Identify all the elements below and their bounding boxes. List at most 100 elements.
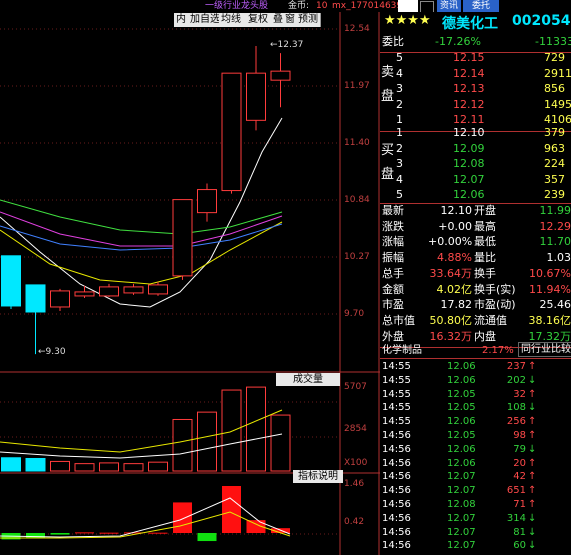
volume-bar (25, 457, 46, 472)
stat-value: 11.94% (529, 282, 571, 296)
candle (197, 189, 217, 214)
sell-price: 12.14 (453, 66, 485, 80)
candle (25, 284, 46, 313)
stat-value: 33.64万 (429, 266, 473, 280)
volume-bar (50, 460, 70, 472)
volume-label-mid: 2854 (344, 424, 367, 434)
volume-bar (270, 414, 291, 472)
stat-value: 11.99 (539, 204, 571, 217)
stat-label: 市盈(动) (474, 298, 516, 312)
compare-button[interactable]: 同行业比较 (518, 342, 571, 357)
stat-label: 最高 (474, 219, 496, 233)
buy-price: 12.09 (453, 141, 485, 155)
candle (221, 72, 242, 192)
buy-price: 12.08 (453, 157, 485, 170)
volume-title[interactable]: 成交量 (276, 373, 340, 386)
candle (74, 291, 95, 297)
volume-bar (221, 389, 242, 472)
buy-price: 12.10 (453, 126, 485, 139)
industry-name: 化学制品 (382, 345, 422, 356)
stat-value: 16.32万 (429, 329, 473, 343)
sell-price: 12.13 (453, 82, 485, 95)
indicator-label-top: 1.46 (344, 479, 365, 489)
price-label: 10.84 (344, 195, 370, 205)
volume-unit: X100 (344, 458, 368, 468)
volume-bar (172, 418, 193, 472)
sell-label-1: 卖 (381, 65, 395, 80)
stop-icon[interactable] (398, 0, 418, 12)
sector-title: 一级行业龙头股 (205, 1, 269, 11)
volume-bar (148, 461, 168, 472)
indicator-bar (173, 502, 192, 533)
coin-value: 10 (316, 1, 328, 11)
buy-volume: 357 (544, 172, 565, 186)
candle (50, 290, 70, 308)
stat-label: 总手 (382, 266, 404, 280)
stat-label: 最新 (382, 204, 404, 217)
low-marker: ←9.30 (38, 347, 66, 357)
stat-label: 涨幅 (382, 235, 404, 249)
stat-value: 38.16亿 (528, 313, 571, 327)
indicator-bar (148, 532, 168, 534)
info-button[interactable]: 资讯 (437, 0, 461, 12)
stat-label: 量比 (474, 251, 496, 265)
stat-value: +0.00 (438, 219, 472, 233)
volume-bar (74, 463, 95, 472)
volume-bar (99, 462, 119, 472)
order-button[interactable]: 委托 (463, 0, 499, 12)
price-label: 10.27 (344, 252, 370, 262)
tick-price: 12.07 (447, 540, 476, 552)
buy-level: 3 (396, 157, 403, 170)
coin-label: 金币: (288, 1, 310, 11)
indicator-title[interactable]: 指标说明 (293, 470, 343, 483)
stock-code: 002054 (512, 13, 571, 29)
candle (99, 286, 119, 297)
indicator-bar (50, 533, 70, 535)
stat-label: 最低 (474, 235, 496, 249)
sell-volume: 2911 (544, 66, 571, 80)
sell-level: 2 (396, 97, 403, 111)
stat-value: 12.29 (539, 219, 571, 233)
buy-label-1: 买 (381, 143, 395, 158)
volume-bar (1, 457, 21, 472)
stat-value: 12.10 (440, 204, 473, 217)
stat-label: 换手 (474, 266, 496, 280)
sell-price: 12.15 (453, 51, 485, 64)
volume-bar (123, 463, 144, 472)
stat-label: 换手(实) (474, 282, 516, 296)
buy-volume: 379 (544, 126, 565, 139)
candle (172, 199, 193, 277)
indicator-bar (197, 533, 217, 542)
sell-volume: 729 (544, 51, 565, 64)
stat-label: 市盈 (382, 298, 404, 312)
buy-volume: 239 (544, 188, 565, 201)
ma-line (0, 211, 283, 247)
toolbar-item-6[interactable]: 预测 (296, 13, 321, 27)
price-label: 12.54 (344, 24, 370, 34)
down-arrow-icon: ↓ (528, 540, 537, 552)
buy-level: 4 (396, 172, 403, 186)
sell-level: 4 (396, 66, 403, 80)
sell-volume: 1495 (544, 97, 571, 111)
stat-label: 金额 (382, 282, 404, 296)
weibi-value: -11333 (535, 35, 571, 48)
tick-time: 14:56 (382, 540, 411, 552)
stat-label: 流通值 (474, 313, 507, 327)
stat-value: 4.02亿 (436, 282, 473, 296)
rating-stars: ★★★★ (384, 13, 431, 28)
buy-level: 1 (396, 126, 403, 139)
stat-label: 总市值 (382, 313, 415, 327)
volume-bar (246, 386, 266, 472)
account-id: mx_177014639 (332, 1, 403, 11)
candle (246, 72, 266, 121)
candle (148, 284, 168, 295)
tick-volume: 60 (513, 540, 526, 552)
sell-level: 5 (396, 51, 403, 64)
sell-volume: 856 (544, 82, 565, 95)
buy-label-2: 盘 (381, 167, 395, 182)
weibi-pct: -17.26% (435, 35, 481, 48)
stat-value: 11.70 (539, 235, 571, 249)
weibi-label: 委比 (382, 35, 404, 48)
sell-label-2: 盘 (381, 89, 395, 104)
stat-label: 开盘 (474, 204, 496, 217)
